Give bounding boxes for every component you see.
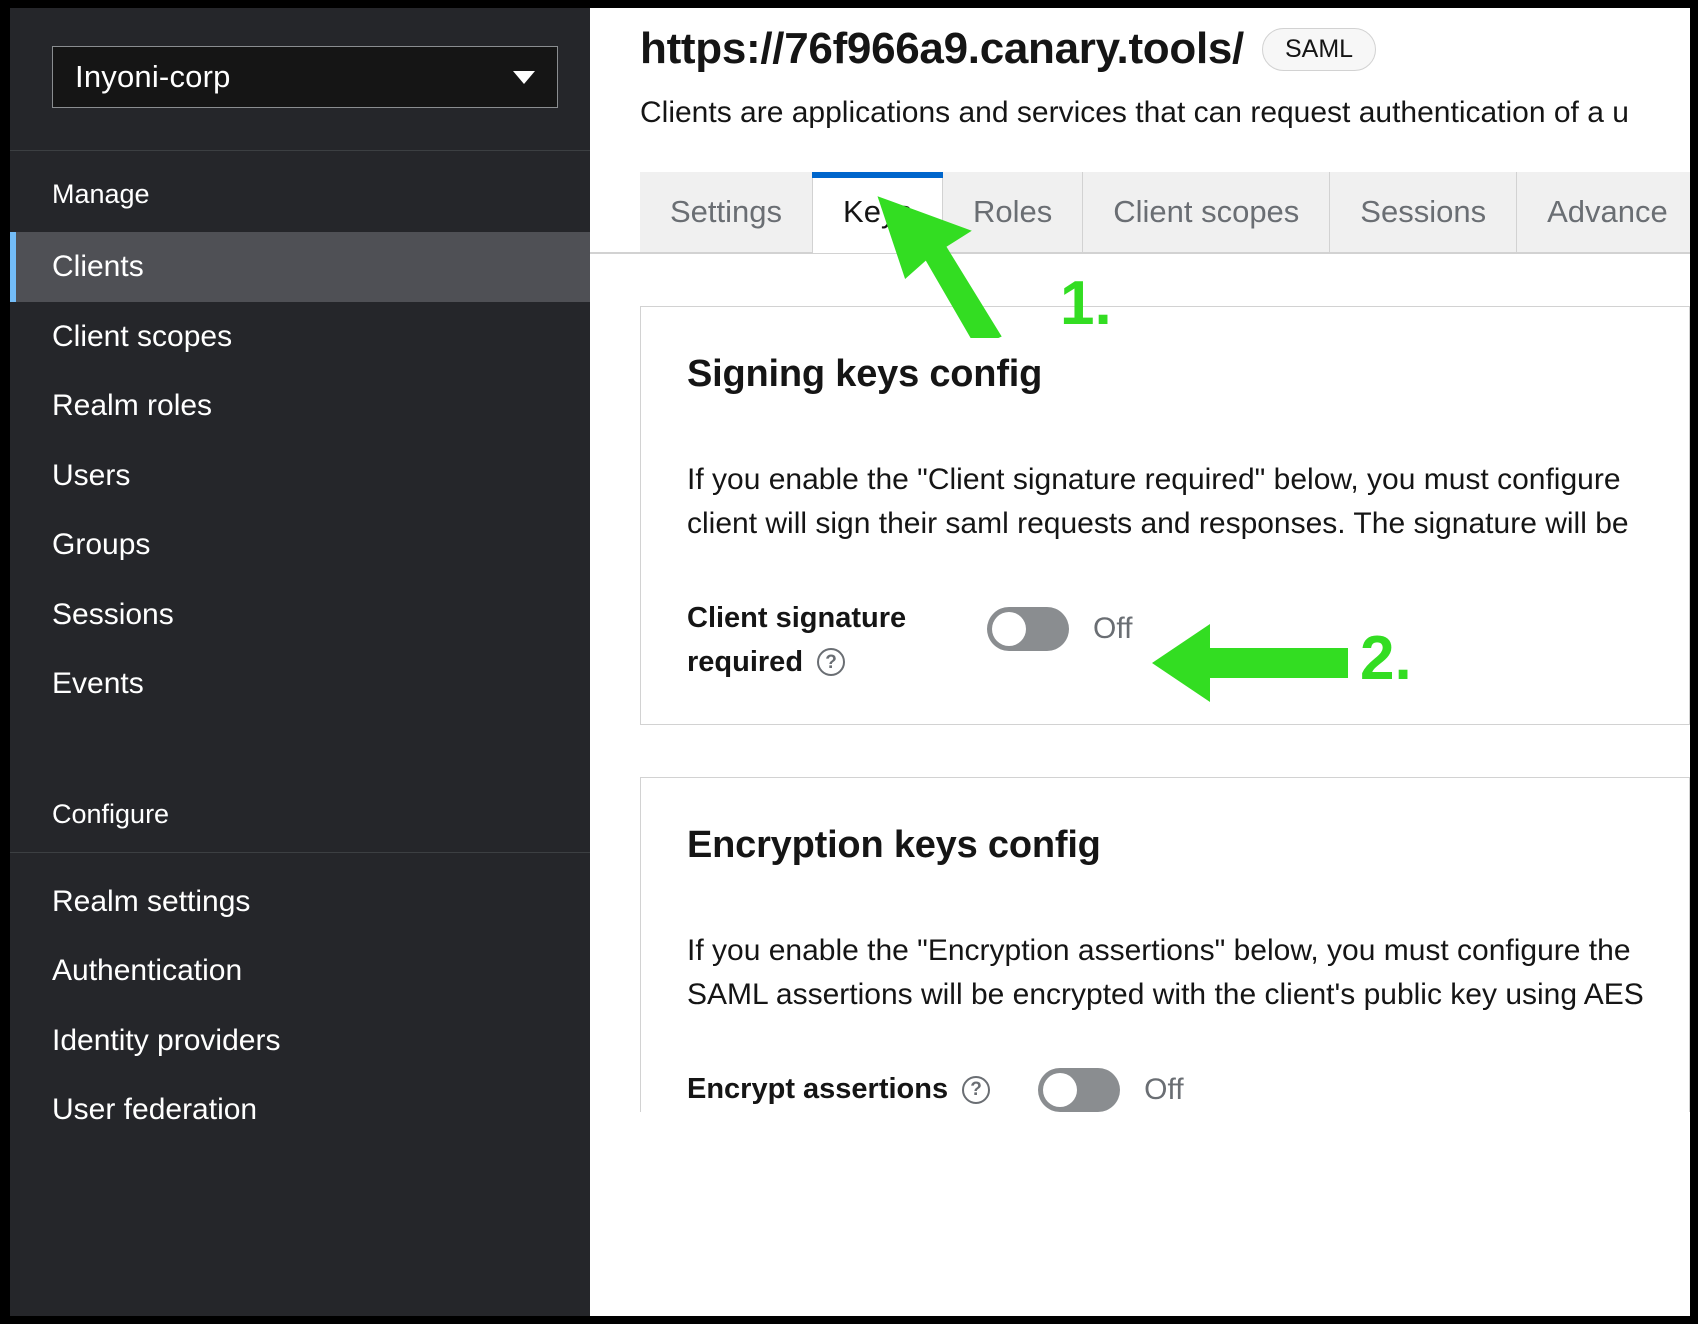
tab-bar: Settings Keys Roles Client scopes Sessio…: [590, 172, 1690, 254]
sidebar-item-users[interactable]: Users: [10, 441, 590, 511]
client-signature-required-label-line-1: Client signature: [687, 602, 907, 634]
annotation-label-1: 1.: [1060, 269, 1112, 338]
encrypt-assertions-row: Encrypt assertions ? Off: [687, 1068, 1689, 1112]
encrypt-assertions-label: Encrypt assertions ?: [687, 1068, 991, 1112]
sidebar-item-client-scopes[interactable]: Client scopes: [10, 302, 590, 372]
realm-selector-value: Inyoni-corp: [75, 59, 231, 94]
encrypt-assertions-state: Off: [1144, 1073, 1184, 1106]
toggle-knob: [992, 612, 1026, 646]
protocol-badge: SAML: [1261, 27, 1377, 71]
tab-roles[interactable]: Roles: [942, 172, 1084, 253]
annotation-label-2: 2.: [1360, 624, 1412, 693]
chevron-down-icon: [513, 70, 535, 84]
encrypt-assertions-toggle[interactable]: [1038, 1068, 1121, 1112]
client-signature-required-label-line-2: required: [687, 645, 804, 678]
keycloak-admin-console: Inyoni-corp Manage Clients Client scopes…: [10, 8, 1690, 1316]
sidebar-item-events[interactable]: Events: [10, 649, 590, 719]
encrypt-assertions-label-text: Encrypt assertions: [687, 1073, 949, 1105]
question-circle-icon[interactable]: ?: [962, 1075, 991, 1104]
client-signature-required-state: Off: [1093, 612, 1133, 645]
sidebar-item-authentication[interactable]: Authentication: [10, 936, 590, 1006]
tab-keys[interactable]: Keys: [812, 172, 943, 253]
encrypt-assertions-control: Off: [1038, 1068, 1184, 1112]
sidebar-item-groups[interactable]: Groups: [10, 510, 590, 580]
nav-group-title-manage: Manage: [52, 179, 150, 209]
tab-settings[interactable]: Settings: [640, 172, 814, 253]
main-content: https://76f966a9.canary.tools/ SAML Clie…: [590, 8, 1690, 1316]
realm-selector-container: Inyoni-corp: [10, 8, 590, 151]
page-header: https://76f966a9.canary.tools/ SAML Clie…: [590, 8, 1690, 130]
signing-keys-config-title: Signing keys config: [687, 353, 1043, 395]
client-signature-required-control: Off: [987, 607, 1132, 651]
signing-desc-line-1: If you enable the "Client signature requ…: [687, 463, 1621, 496]
encryption-keys-config-title: Encryption keys config: [687, 824, 1101, 866]
encryption-desc-line-1: If you enable the "Encryption assertions…: [687, 934, 1631, 967]
tab-sessions[interactable]: Sessions: [1330, 172, 1518, 253]
client-signature-required-label: Client signature required ?: [687, 597, 987, 684]
page-title: https://76f966a9.canary.tools/: [640, 24, 1244, 73]
encryption-keys-config-description: If you enable the "Encryption assertions…: [687, 929, 1689, 1016]
signing-desc-line-2: client will sign their saml requests and…: [687, 506, 1629, 540]
client-signature-required-row: Client signature required ? Off: [687, 597, 1689, 684]
question-circle-icon[interactable]: ?: [817, 648, 846, 677]
title-row: https://76f966a9.canary.tools/ SAML: [640, 24, 1690, 74]
tab-client-scopes[interactable]: Client scopes: [1083, 172, 1331, 253]
sidebar-item-sessions[interactable]: Sessions: [10, 580, 590, 650]
signing-keys-config-card: Signing keys config If you enable the "C…: [640, 306, 1690, 725]
sidebar-item-realm-roles[interactable]: Realm roles: [10, 371, 590, 441]
signing-keys-config-description: If you enable the "Client signature requ…: [687, 458, 1689, 545]
sidebar-item-user-federation[interactable]: User federation: [10, 1075, 590, 1145]
nav-group-manage: Manage Clients Client scopes Realm roles…: [10, 151, 590, 719]
sidebar-item-clients[interactable]: Clients: [10, 232, 590, 302]
client-signature-required-toggle[interactable]: [987, 607, 1069, 651]
nav-divider: [10, 851, 590, 853]
toggle-knob: [1043, 1073, 1078, 1107]
sidebar: Inyoni-corp Manage Clients Client scopes…: [10, 8, 590, 1316]
encryption-keys-config-card: Encryption keys config If you enable the…: [640, 777, 1690, 1112]
tab-advanced[interactable]: Advance: [1517, 172, 1690, 253]
sidebar-item-identity-providers[interactable]: Identity providers: [10, 1006, 590, 1076]
tab-bar-leading-spacer: [590, 172, 640, 253]
encryption-desc-line-2: SAML assertions will be encrypted with t…: [687, 977, 1644, 1011]
nav-group-configure: Configure Realm settings Authentication …: [10, 771, 590, 1145]
nav-group-title-configure: Configure: [52, 798, 170, 829]
realm-selector[interactable]: Inyoni-corp: [52, 46, 558, 108]
page-subtitle: Clients are applications and services th…: [640, 96, 1629, 129]
sidebar-item-realm-settings[interactable]: Realm settings: [10, 867, 590, 937]
